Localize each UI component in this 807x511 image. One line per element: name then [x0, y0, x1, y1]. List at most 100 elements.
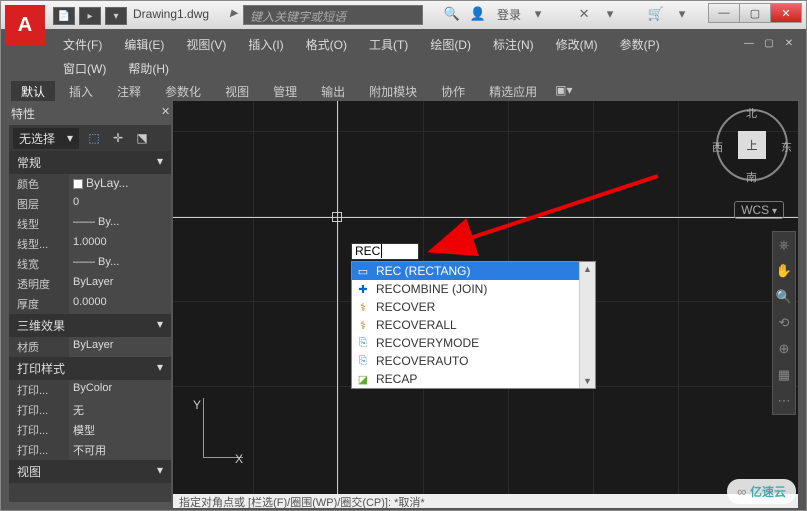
- collapse-icon: ▾: [157, 317, 163, 334]
- tab-annotate[interactable]: 注释: [107, 81, 151, 101]
- prop-row-thickness: 厚度0.0000: [9, 294, 171, 314]
- tab-addins[interactable]: 附加模块: [359, 81, 427, 101]
- menu-edit[interactable]: 编辑(E): [114, 33, 174, 55]
- doc-restore-button[interactable]: ▢: [760, 35, 778, 51]
- fullnav-icon[interactable]: ⎈: [773, 232, 795, 258]
- search-input[interactable]: 键入关键字或短语: [243, 5, 423, 25]
- join-icon: ✚: [356, 282, 370, 296]
- collapse-icon: ▾: [157, 154, 163, 171]
- orbit-icon[interactable]: ⟲: [773, 310, 795, 336]
- autocomplete-item[interactable]: ⚕RECOVERALL: [352, 316, 595, 334]
- menu-modify[interactable]: 修改(M): [546, 33, 608, 55]
- minimize-button[interactable]: —: [708, 3, 740, 23]
- selection-combo[interactable]: 无选择▾: [13, 128, 79, 149]
- showmotion-icon[interactable]: ▦: [773, 362, 795, 388]
- pickbox: [332, 212, 342, 222]
- login-arrow-icon[interactable]: ▾: [529, 5, 547, 23]
- menu-format[interactable]: 格式(O): [296, 33, 357, 55]
- section-view[interactable]: 视图▾: [9, 460, 171, 483]
- pickadd-icon[interactable]: ✛: [109, 129, 127, 147]
- document-title: Drawing1.dwg: [133, 7, 209, 21]
- autocomplete-item[interactable]: ◪RECAP: [352, 370, 595, 388]
- autocomplete-item[interactable]: ✚RECOMBINE (JOIN): [352, 280, 595, 298]
- tab-manage[interactable]: 管理: [263, 81, 307, 101]
- sysvar-icon: ⎘: [356, 336, 370, 350]
- menu-draw[interactable]: 绘图(D): [420, 33, 481, 55]
- tab-featured[interactable]: 精选应用: [479, 81, 547, 101]
- prop-row-layer: 图层0: [9, 194, 171, 214]
- prop-row-ltscale: 线型...1.0000: [9, 234, 171, 254]
- crosshair: [337, 101, 338, 496]
- prop-row-plotstyle2: 打印...无: [9, 400, 171, 420]
- tab-view[interactable]: 视图: [215, 81, 259, 101]
- menu-view[interactable]: 视图(V): [176, 33, 236, 55]
- tab-parametric[interactable]: 参数化: [155, 81, 211, 101]
- collapse-icon: ▾: [157, 360, 163, 377]
- recoverall-icon: ⚕: [356, 318, 370, 332]
- menu-insert[interactable]: 插入(I): [238, 33, 293, 55]
- quickselect-icon[interactable]: ⬚: [85, 129, 103, 147]
- viewcube[interactable]: 上 北 南 东 西: [716, 109, 788, 181]
- user-icon[interactable]: 👤: [469, 5, 487, 23]
- pan-icon[interactable]: ✋: [773, 258, 795, 284]
- tab-collab[interactable]: 协作: [431, 81, 475, 101]
- tab-insert[interactable]: 插入: [59, 81, 103, 101]
- viewcube-face[interactable]: 上: [738, 131, 766, 159]
- section-plot[interactable]: 打印样式▾: [9, 357, 171, 380]
- binoculars-icon[interactable]: 🔍: [443, 5, 461, 23]
- autocomplete-item[interactable]: ⎘RECOVERYMODE: [352, 334, 595, 352]
- menu-window[interactable]: 窗口(W): [53, 57, 116, 77]
- autocomplete-item[interactable]: ⎘RECOVERAUTO: [352, 352, 595, 370]
- properties-close-icon[interactable]: ✕: [161, 105, 170, 118]
- app-logo[interactable]: A: [5, 5, 45, 45]
- menu-tools[interactable]: 工具(T): [359, 33, 418, 55]
- select-objects-icon[interactable]: ⬔: [133, 129, 151, 147]
- ucs-icon[interactable]: Y X: [183, 398, 243, 468]
- autocomplete-list: ▭REC (RECTANG) ✚RECOMBINE (JOIN) ⚕RECOVE…: [351, 261, 596, 389]
- login-link[interactable]: 登录: [497, 6, 521, 23]
- zoom-icon[interactable]: 🔍: [773, 284, 795, 310]
- qat-open-icon[interactable]: 📄: [53, 7, 75, 25]
- crosshair: [173, 217, 798, 218]
- drawing-canvas[interactable]: REC ▭REC (RECTANG) ✚RECOMBINE (JOIN) ⚕RE…: [173, 101, 798, 496]
- collapse-icon: ▾: [157, 463, 163, 480]
- doc-minimize-button[interactable]: —: [740, 35, 758, 51]
- cart-icon[interactable]: 🛒: [647, 5, 665, 23]
- prop-row-material: 材质ByLayer: [9, 337, 171, 357]
- maximize-button[interactable]: ▢: [739, 3, 771, 23]
- section-3d[interactable]: 三维效果▾: [9, 314, 171, 337]
- properties-title: 特性: [11, 105, 35, 122]
- tab-default[interactable]: 默认: [11, 81, 55, 101]
- sysvar-icon: ⎘: [356, 354, 370, 368]
- ribbon-expand-icon[interactable]: ▣▾: [551, 81, 576, 101]
- menu-file[interactable]: 文件(F): [53, 33, 112, 55]
- menu-help[interactable]: 帮助(H): [118, 57, 179, 77]
- menu-param[interactable]: 参数(P): [610, 33, 670, 55]
- command-line[interactable]: 指定对角点或 [栏选(F)/圈围(WP)/圈交(CP)]: *取消*: [173, 494, 798, 508]
- autocomplete-item[interactable]: ▭REC (RECTANG): [352, 262, 595, 280]
- wcs-label[interactable]: WCS ▾: [734, 201, 784, 219]
- scrollbar[interactable]: [579, 262, 595, 388]
- navigation-bar: ⎈ ✋ 🔍 ⟲ ⊕ ▦ ⋯: [772, 231, 796, 415]
- qat-arrow-icon[interactable]: ▸: [79, 7, 101, 25]
- exchange-arrow-icon[interactable]: ▾: [601, 5, 619, 23]
- exchange-icon[interactable]: ✕: [575, 5, 593, 23]
- chevron-down-icon: ▾: [67, 131, 73, 145]
- doc-close-button[interactable]: ✕: [780, 35, 798, 51]
- tab-output[interactable]: 输出: [311, 81, 355, 101]
- dynamic-input[interactable]: REC: [351, 243, 419, 260]
- prop-row-color: 颜色ByLay...: [9, 174, 171, 194]
- menu-dimension[interactable]: 标注(N): [483, 33, 544, 55]
- prop-row-lineweight: 线宽—— By...: [9, 254, 171, 274]
- prop-row-plottable2: 打印...不可用: [9, 440, 171, 460]
- cart-arrow-icon[interactable]: ▾: [673, 5, 691, 23]
- close-button[interactable]: ✕: [770, 3, 802, 23]
- steering-icon[interactable]: ⊕: [773, 336, 795, 362]
- section-general[interactable]: 常规▾: [9, 151, 171, 174]
- prop-row-transparency: 透明度ByLayer: [9, 274, 171, 294]
- prop-row-plottable: 打印...模型: [9, 420, 171, 440]
- prop-row-plotstyle: 打印...ByColor: [9, 380, 171, 400]
- nav-more-icon[interactable]: ⋯: [773, 388, 795, 414]
- autocomplete-item[interactable]: ⚕RECOVER: [352, 298, 595, 316]
- qat-more-icon[interactable]: ▾: [105, 7, 127, 25]
